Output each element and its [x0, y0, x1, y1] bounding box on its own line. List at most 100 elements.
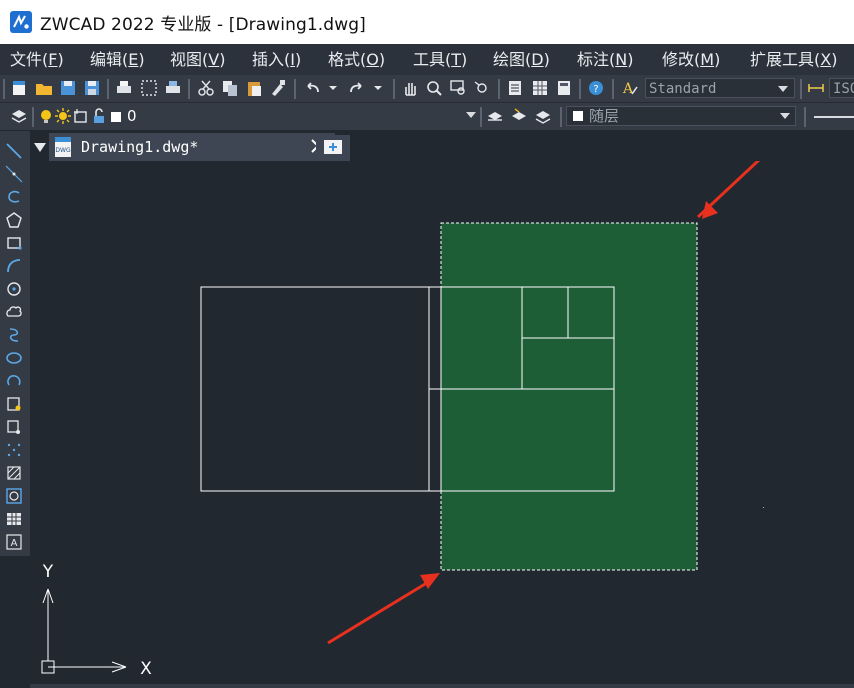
copy-icon[interactable] [220, 78, 240, 98]
redo-dropdown-icon[interactable] [368, 78, 388, 98]
color-control-select[interactable]: 随层 [566, 106, 796, 126]
toolbar-separator [804, 107, 806, 127]
toolbar-separator [560, 107, 562, 127]
chevron-down-icon[interactable] [780, 113, 790, 119]
menu-format[interactable]: 格式(O) [328, 44, 385, 75]
arc-icon[interactable] [5, 257, 23, 275]
color-value: 随层 [589, 107, 620, 125]
undo-icon[interactable] [303, 78, 323, 98]
tab-label: Drawing1.dwg* [81, 138, 199, 156]
current-layer-name[interactable]: 0 [127, 107, 137, 125]
properties-icon[interactable] [505, 78, 525, 98]
dimension-style-icon[interactable] [806, 78, 826, 98]
drawing-canvas[interactable]: Y X [30, 161, 854, 688]
menu-file[interactable]: 文件(F) [10, 44, 64, 75]
zoom-window-icon[interactable] [448, 78, 468, 98]
zoom-previous-icon[interactable] [472, 78, 492, 98]
menu-view[interactable]: 视图(V) [170, 44, 225, 75]
table-icon[interactable] [5, 510, 23, 528]
ellipse-icon[interactable] [5, 349, 23, 367]
layer-viewport-icon[interactable] [71, 106, 91, 126]
save-as-icon[interactable] [82, 78, 102, 98]
layers-toolbar: 0 随层 [0, 103, 854, 130]
menu-edit[interactable]: 编辑(E) [90, 44, 145, 75]
rectangle-icon[interactable] [5, 234, 23, 252]
chevron-down-icon[interactable] [466, 112, 476, 118]
title-bar: ZWCAD 2022 专业版 - [Drawing1.dwg] [0, 0, 854, 44]
print-icon[interactable] [114, 78, 134, 98]
revision-cloud-icon[interactable] [5, 303, 23, 321]
canvas-dot [763, 507, 764, 508]
toolbar-separator [393, 79, 395, 99]
text-style-select[interactable]: Standard [645, 78, 795, 98]
selection-window [440, 222, 698, 571]
help-icon[interactable]: ? [586, 78, 606, 98]
make-block-icon[interactable] [5, 418, 23, 436]
svg-text:A: A [11, 538, 18, 549]
menu-extension-tools[interactable]: 扩展工具(X) [750, 44, 837, 75]
zoom-realtime-icon[interactable] [424, 78, 444, 98]
color-swatch [573, 111, 583, 121]
layout-tab-strip [30, 684, 854, 688]
region-icon[interactable] [5, 487, 23, 505]
layer-thaw-sun-icon[interactable] [53, 106, 73, 126]
publish-icon[interactable] [163, 78, 183, 98]
design-center-icon[interactable] [530, 78, 550, 98]
tab-list-dropdown-icon[interactable] [34, 143, 46, 152]
annotation-arrow-line [327, 579, 431, 645]
menu-insert[interactable]: 插入(I) [252, 44, 301, 75]
undo-dropdown-icon[interactable] [323, 78, 343, 98]
polygon-icon[interactable] [5, 211, 23, 229]
layer-unlock-icon[interactable] [89, 106, 109, 126]
insert-block-icon[interactable] [5, 395, 23, 413]
ucs-y-label: Y [42, 562, 54, 582]
make-current-layer-icon[interactable] [485, 106, 505, 126]
layer-previous-icon[interactable] [509, 106, 529, 126]
print-preview-icon[interactable] [139, 78, 159, 98]
new-file-icon[interactable] [9, 78, 29, 98]
toolbar-separator [294, 79, 296, 99]
menu-dimension[interactable]: 标注(N) [577, 44, 633, 75]
text-style-icon[interactable]: A [620, 78, 640, 98]
match-properties-icon[interactable] [268, 78, 288, 98]
standard-toolbar: ? A Standard ISO [0, 75, 854, 103]
menu-draw[interactable]: 绘图(D) [493, 44, 550, 75]
toolbar-grip [3, 79, 5, 99]
new-drawing-tab-button[interactable] [316, 135, 350, 161]
spline-icon[interactable] [5, 326, 23, 344]
line-icon[interactable] [5, 142, 23, 160]
linetype-preview[interactable] [814, 116, 854, 118]
toolbar-separator [32, 107, 34, 127]
dimension-style-select[interactable]: ISO [829, 78, 854, 98]
toolbar-separator [188, 79, 190, 99]
layer-state-icon[interactable] [533, 106, 553, 126]
draw-toolbar: A [0, 131, 30, 556]
menu-tools[interactable]: 工具(T) [413, 44, 467, 75]
layer-manager-icon[interactable] [9, 106, 29, 126]
circle-icon[interactable] [5, 280, 23, 298]
svg-text:DWG: DWG [55, 147, 71, 154]
svg-text:?: ? [593, 84, 598, 95]
save-icon[interactable] [58, 78, 78, 98]
cut-icon[interactable] [196, 78, 216, 98]
tab-drawing1[interactable]: DWG Drawing1.dwg* [49, 133, 335, 161]
ellipse-arc-icon[interactable] [5, 372, 23, 390]
polyline-icon[interactable] [5, 188, 23, 206]
toolbar-separator [107, 79, 109, 99]
multiline-text-icon[interactable]: A [5, 533, 23, 551]
toolbar-separator [800, 79, 802, 99]
hatch-icon[interactable] [5, 464, 23, 482]
ucs-x-label: X [140, 659, 152, 679]
chevron-down-icon[interactable] [778, 86, 788, 92]
point-icon[interactable] [5, 441, 23, 459]
pan-hand-icon[interactable] [400, 78, 420, 98]
menu-modify[interactable]: 修改(M) [662, 44, 720, 75]
redo-icon[interactable] [346, 78, 366, 98]
tool-palettes-icon[interactable] [554, 78, 574, 98]
open-folder-icon[interactable] [34, 78, 54, 98]
construction-line-icon[interactable] [5, 165, 23, 183]
paste-icon[interactable] [244, 78, 264, 98]
ucs-icon [41, 588, 127, 674]
new-tab-icon [324, 140, 342, 154]
toolbar-separator [498, 79, 500, 99]
